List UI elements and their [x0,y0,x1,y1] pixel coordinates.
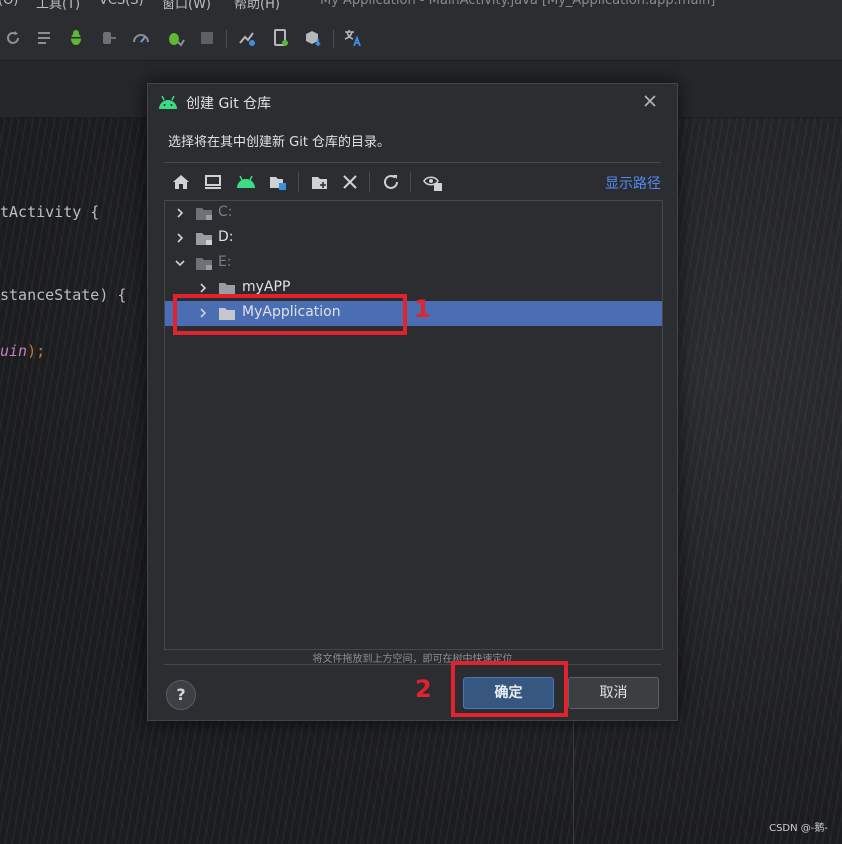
chevron-right-icon[interactable] [173,231,187,245]
attach-debugger-icon[interactable] [99,28,119,48]
drive-icon [196,208,212,220]
tree-row-label: myAPP [242,279,291,295]
apply-changes-icon[interactable] [165,28,185,48]
main-toolbar [0,18,842,61]
code-token-punct: ); [27,342,46,360]
tree-row-drive[interactable]: C: [165,201,662,226]
toolbar-separator [369,172,370,192]
new-folder-icon[interactable] [309,171,331,193]
annotation-number-step2: 2 [415,675,432,703]
tree-row-label: C: [218,204,233,220]
menu-item-code[interactable]: (O) [0,0,18,8]
annotation-box-step2 [451,661,568,717]
sdk-manager-icon[interactable] [303,28,323,48]
file-chooser-toolbar: 显示路径 [164,168,661,196]
rerun-icon[interactable] [3,28,23,48]
chevron-right-icon[interactable] [196,281,210,295]
code-line: stanceState) { [0,286,127,304]
create-git-repo-dialog: 创建 Git 仓库 选择将在其中创建新 Git 仓库的目录。 显示路径 C: D… [147,83,678,721]
window-title: My Application - MainActivity.java [My_A… [320,0,716,8]
toolbar-separator [226,30,227,48]
divider [164,162,661,163]
toolbar-separator [410,172,411,192]
translate-icon[interactable] [343,28,363,48]
tree-row-drive[interactable]: E: [165,251,662,276]
desktop-icon[interactable] [202,171,224,193]
editor-guide-line [573,720,574,844]
android-project-icon[interactable] [235,171,257,193]
cancel-button[interactable]: 取消 [568,677,659,709]
watermark: CSDN @-鹅- [769,823,828,834]
debug-bug-icon[interactable] [66,28,86,48]
profiler-icon[interactable] [131,28,151,48]
tree-row-drive[interactable]: D: [165,226,662,251]
menu-bar: (O) 工具(T) VCS(S) 窗口(W) 帮助(H) My Applicat… [0,0,842,18]
android-logo-icon [159,95,177,109]
divider [164,664,661,665]
annotation-number-step1: 1 [414,295,431,323]
help-button[interactable]: ? [166,680,196,710]
refresh-icon[interactable] [380,171,402,193]
annotation-box-step1 [173,294,407,335]
drop-hint: 将文件拖放到上方空间，即可在树中快速定位 [312,654,513,665]
chevron-right-icon[interactable] [173,206,187,220]
menu-item-tools[interactable]: 工具(T) [36,0,80,12]
toolbar-separator [298,172,299,192]
tree-row-label: E: [218,254,232,270]
code-token-italic: uin [0,342,28,360]
close-icon[interactable] [641,92,659,110]
stop-icon[interactable] [197,28,217,48]
project-folder-icon[interactable] [267,171,289,193]
sync-gradle-icon[interactable] [237,28,257,48]
list-icon[interactable] [35,28,55,48]
chevron-down-icon[interactable] [173,256,187,270]
device-manager-icon[interactable] [271,28,291,48]
delete-icon[interactable] [339,171,361,193]
show-hidden-files-icon[interactable] [422,171,444,193]
menu-item-help[interactable]: 帮助(H) [234,0,280,12]
toolbar-separator [333,30,334,48]
drive-icon [196,258,212,270]
tree-row-label: D: [218,229,234,245]
dialog-title: 创建 Git 仓库 [186,96,272,112]
home-icon[interactable] [170,171,192,193]
menu-item-vcs[interactable]: VCS(S) [99,0,144,8]
dialog-title-bar[interactable]: 创建 Git 仓库 [148,84,677,120]
code-line: uin); [0,342,45,360]
code-line: tActivity { [0,203,100,221]
show-path-link[interactable]: 显示路径 [605,173,661,193]
menu-item-window[interactable]: 窗口(W) [162,0,211,12]
directory-tree[interactable]: C: D: E: myAPP MyApplication [164,200,663,650]
dialog-description: 选择将在其中创建新 Git 仓库的目录。 [168,135,391,150]
drive-icon [196,233,212,245]
